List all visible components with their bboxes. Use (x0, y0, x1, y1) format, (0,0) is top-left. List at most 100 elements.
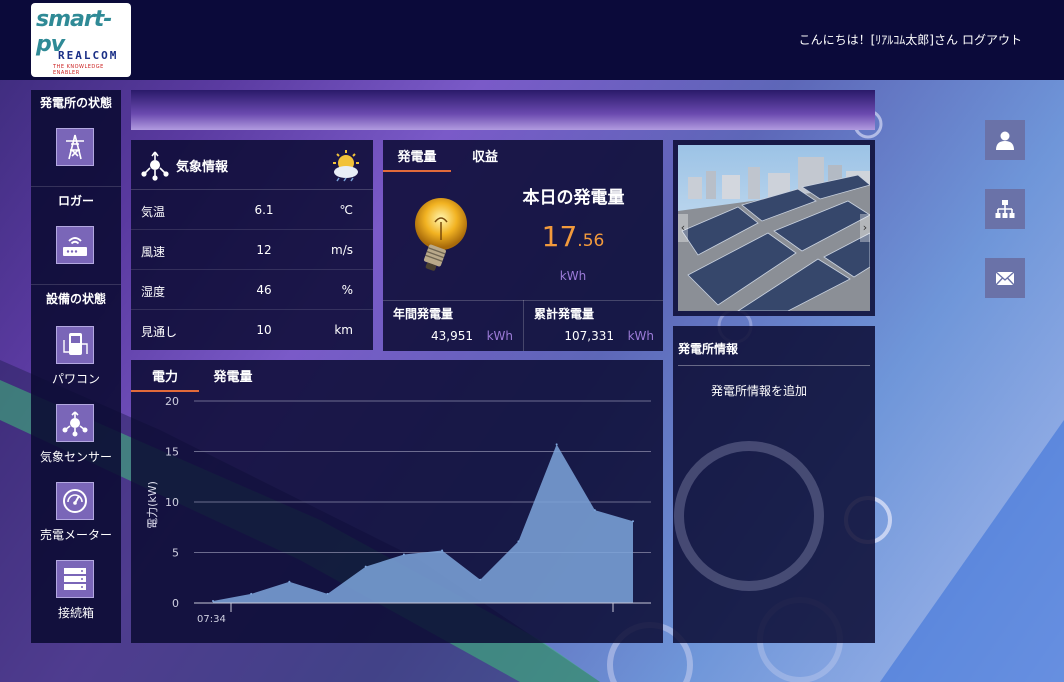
sidebar-item-label: 売電メーター (39, 528, 112, 542)
power-conditioner-icon (63, 333, 88, 355)
greeting-text: こんにちは！[ﾘｱﾙｺﾑ太郎]さん (798, 33, 958, 47)
weather-row-visibility: 見通し 10 km (131, 310, 373, 350)
today-generation-decimal: .56 (577, 231, 605, 251)
sidebar-divider (31, 186, 121, 187)
sidebar-section-plant-status: 発電所の状態 (39, 96, 112, 110)
sidebar-item-power-conditioner[interactable] (56, 326, 94, 364)
weather-title: 気象情報 (176, 160, 229, 175)
weather-unit: km (334, 323, 353, 337)
light-bulb-icon (415, 198, 467, 271)
plant-info-divider (678, 365, 870, 366)
sidebar-item-label: 接続箱 (57, 606, 94, 620)
today-generation-value: 17.56 (513, 220, 633, 253)
junction-box-icon (64, 568, 86, 590)
total-generation-label: 累計発電量 (534, 307, 595, 321)
sidebar-item-meter[interactable] (56, 482, 94, 520)
weather-sensor-icon (141, 151, 169, 181)
top-banner (131, 90, 875, 130)
power-chart-panel: 電力 発電量 0 5 10 15 20 07:34 電力(kW) (131, 360, 663, 643)
data-point (288, 580, 291, 583)
weather-value: 10 (256, 323, 272, 337)
generation-panel: 発電量 収益 本日の発電量 17.56 kWh 年間発電量 43,951 kWh (383, 140, 663, 351)
data-point (632, 520, 634, 523)
weather-label: 風速 (141, 245, 166, 259)
sidebar-item-junction-box[interactable] (56, 560, 94, 598)
weather-value: 46 (256, 283, 272, 297)
summary-divider (523, 300, 524, 351)
y-tick-label: 10 (165, 496, 179, 509)
data-point (593, 509, 596, 512)
weather-value: 12 (256, 243, 272, 257)
power-area-chart: 0 5 10 15 20 07:34 電力(kW) (146, 395, 651, 625)
logo-text-brand: REALCOM (58, 49, 119, 62)
data-point (517, 540, 520, 543)
y-tick-label: 15 (165, 446, 179, 459)
today-generation-title: 本日の発電量 (522, 188, 625, 208)
tab-generation[interactable]: 発電量 (383, 140, 451, 172)
weather-value: 6.1 (254, 203, 274, 217)
data-point (250, 592, 253, 595)
meter-gauge-icon (63, 489, 87, 513)
hierarchy-icon (995, 200, 1015, 218)
logo-text-tagline: THE KNOWLEDGE ENABLER (53, 64, 104, 76)
decorative-circles (674, 441, 824, 591)
total-generation: 累計発電量 107,331 kWh (524, 301, 664, 352)
weather-row-temperature: 気温 6.1 ℃ (131, 190, 373, 230)
user-icon (996, 131, 1014, 150)
weather-panel: 気象情報 気温 6.1 ℃ 風速 12 m/s 湿度 46 % 見通し 10 k… (131, 140, 373, 350)
y-tick-label: 5 (172, 547, 179, 560)
weather-header: 気象情報 (131, 140, 373, 190)
data-point (326, 592, 329, 595)
annual-generation-value: 43,951 (431, 329, 473, 343)
annual-generation-unit: kWh (486, 329, 513, 343)
data-point (555, 443, 558, 446)
sidebar-divider (31, 284, 121, 285)
data-point (479, 578, 482, 581)
y-tick-label: 0 (172, 597, 179, 610)
photo-prev-button[interactable]: ‹ (678, 214, 688, 242)
plant-info-title: 発電所情報 (678, 342, 739, 356)
logout-link[interactable]: ログアウト (962, 33, 1022, 47)
add-plant-info-link[interactable]: 発電所情報を追加 (711, 382, 807, 399)
user-profile-button[interactable] (985, 120, 1025, 160)
sidebar: 発電所の状態 ロガー 設備の状態 パワコン 気象センサー 売電メーター 接続箱 (31, 90, 121, 643)
transmission-tower-icon (66, 134, 84, 160)
mail-icon (995, 271, 1015, 286)
weather-unit: ℃ (339, 203, 353, 217)
sidebar-section-logger: ロガー (57, 194, 94, 208)
x-tick-label: 07:34 (197, 614, 226, 625)
company-logo[interactable]: smart-pv REALCOM THE KNOWLEDGE ENABLER (31, 3, 131, 77)
solar-panel-photo (678, 145, 870, 311)
photo-next-button[interactable]: › (860, 214, 870, 242)
sidebar-item-logger[interactable] (56, 226, 94, 264)
user-greeting: こんにちは！[ﾘｱﾙｺﾑ太郎]さん ログアウト (795, 31, 1022, 48)
weather-row-humidity: 湿度 46 % (131, 270, 373, 310)
mail-button[interactable] (985, 258, 1025, 298)
weather-unit: % (341, 283, 353, 297)
sidebar-item-weather-sensor[interactable] (56, 404, 94, 442)
data-point (402, 553, 405, 556)
tab-revenue[interactable]: 収益 (455, 140, 515, 172)
total-generation-value: 107,331 (564, 329, 614, 343)
weather-sensor-icon (62, 411, 88, 437)
annual-generation-label: 年間発電量 (393, 307, 454, 321)
sidebar-section-equipment: 設備の状態 (45, 292, 106, 306)
weather-label: 気温 (141, 205, 166, 219)
sidebar-item-plant-status[interactable] (56, 128, 94, 166)
weather-label: 湿度 (141, 285, 166, 299)
hierarchy-button[interactable] (985, 189, 1025, 229)
sidebar-item-label: パワコン (51, 372, 100, 386)
top-header: smart-pv REALCOM THE KNOWLEDGE ENABLER こ… (0, 0, 1064, 80)
weather-unit: m/s (331, 243, 353, 257)
plant-photo-panel: ‹ › (673, 140, 875, 316)
data-point (364, 565, 367, 568)
sidebar-item-label: 気象センサー (39, 450, 112, 464)
today-generation-integer: 17 (541, 220, 578, 253)
router-wifi-icon (63, 237, 87, 256)
total-generation-unit: kWh (627, 329, 654, 343)
power-area (213, 444, 633, 603)
sun-cloud-icon (333, 150, 359, 182)
today-generation-unit: kWh (559, 269, 587, 283)
weather-row-wind: 風速 12 m/s (131, 230, 373, 270)
annual-generation: 年間発電量 43,951 kWh (383, 301, 523, 352)
